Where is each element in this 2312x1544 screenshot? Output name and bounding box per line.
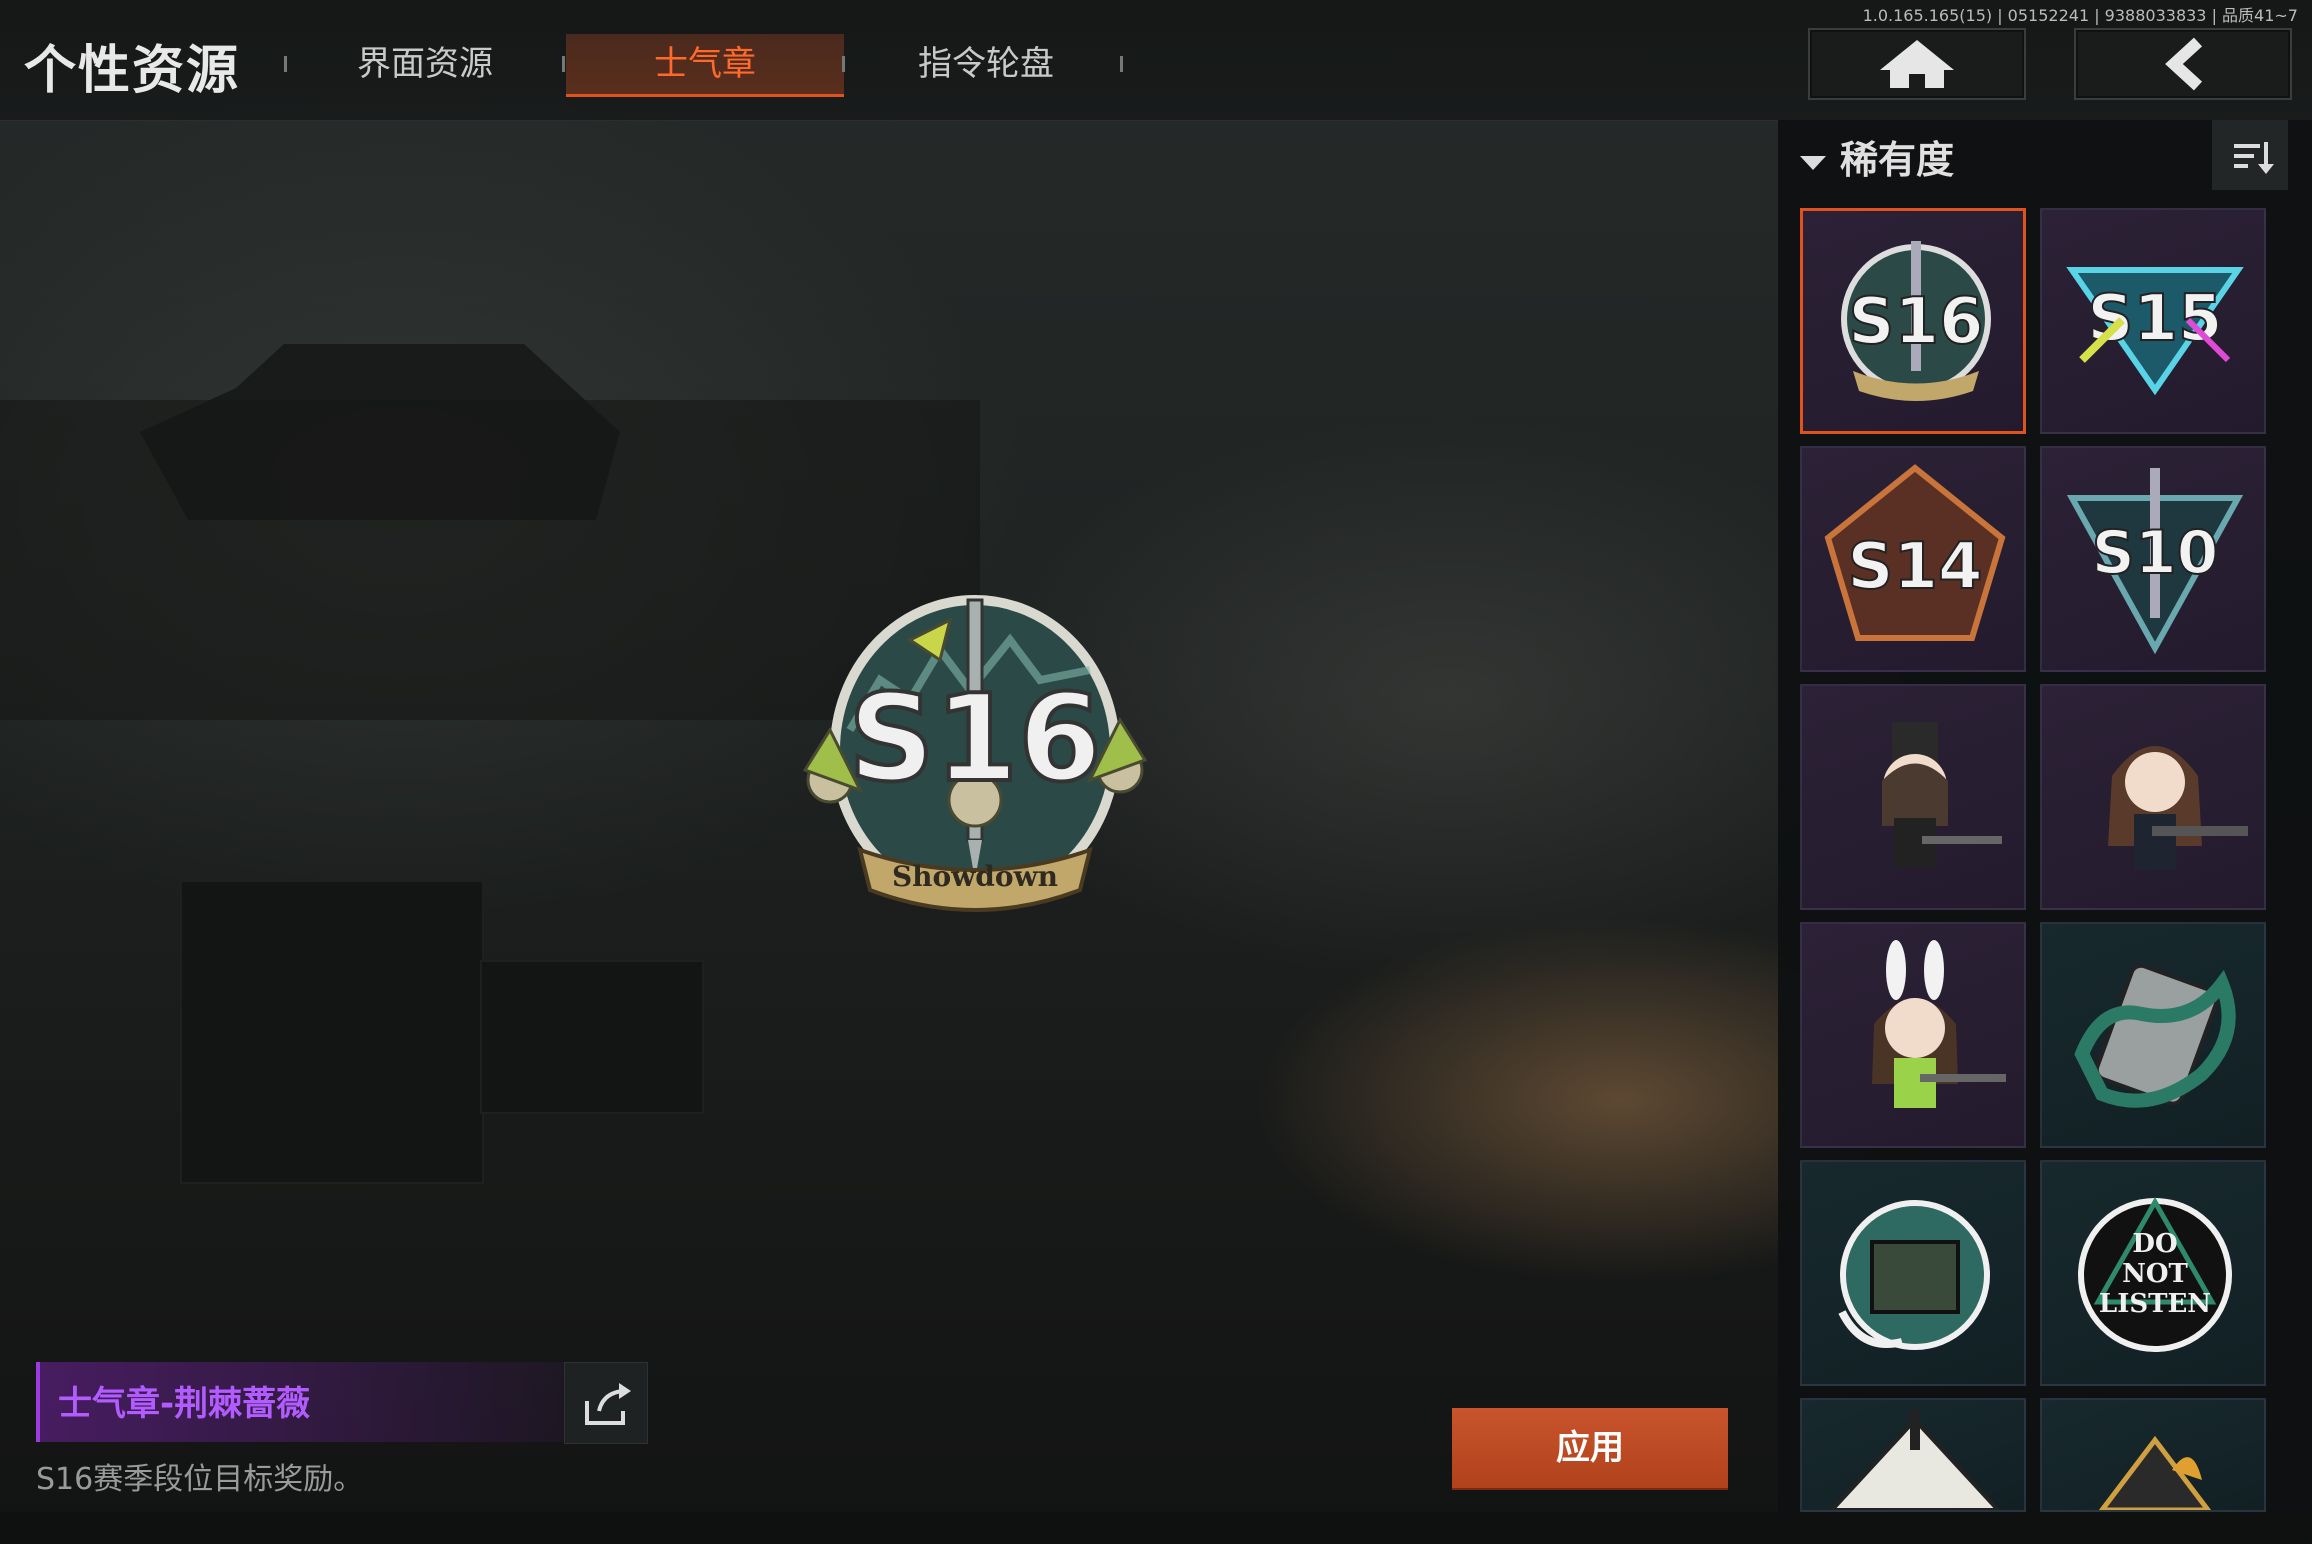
svg-text:S16: S16	[1848, 285, 1983, 359]
badge-tile-chibi-girl[interactable]	[2040, 684, 2266, 910]
badge-banner-text: Showdown	[892, 860, 1058, 893]
home-icon	[1880, 40, 1954, 88]
svg-text:S14: S14	[1847, 530, 1982, 604]
svg-text:S10: S10	[2092, 518, 2219, 588]
badge-preview-text: S16	[848, 670, 1101, 809]
badge-tile-tentacle-tank[interactable]	[1800, 1160, 2026, 1386]
tab-separator	[842, 56, 845, 72]
tab-separator	[562, 56, 565, 72]
badge-tile-tentacle-gear[interactable]	[2040, 922, 2266, 1148]
back-arrow-icon	[2165, 37, 2203, 91]
badge-list-panel: 稀有度 S16 S15 S14 S10 DO NOT LISTEN	[1778, 120, 2312, 1512]
crate-right	[480, 960, 704, 1114]
tab-morale-badge[interactable]: 士气章	[566, 34, 844, 97]
svg-text:LISTEN: LISTEN	[2099, 1289, 2211, 1319]
svg-text:NOT: NOT	[2122, 1259, 2188, 1289]
svg-text:S15: S15	[2087, 282, 2222, 356]
badge-tile-s14[interactable]: S14	[1800, 446, 2026, 672]
crate-left	[180, 880, 484, 1184]
item-name: 士气章-荆棘蔷薇	[58, 1384, 311, 1424]
badge-tile-chibi-bunny[interactable]	[1800, 922, 2026, 1148]
badge-tile-s15[interactable]: S15	[2040, 208, 2266, 434]
chevron-down-icon	[1800, 155, 1826, 170]
chibi-girl-icon	[2108, 746, 2248, 870]
tentacle-gear-icon	[2074, 963, 2236, 1108]
badge-tile-partial-2[interactable]	[2040, 1398, 2266, 1512]
badge-tile-s10[interactable]: S10	[2040, 446, 2266, 672]
chibi-officer-icon	[1882, 722, 2002, 868]
version-text: 1.0.165.165(15) | 05152241 | 9388033833 …	[1862, 6, 2298, 25]
item-description: S16赛季段位目标奖励。	[36, 1462, 364, 1497]
share-icon	[585, 1383, 631, 1425]
bottom-strip	[0, 1512, 2312, 1544]
badge-tile-s16[interactable]: S16	[1800, 208, 2026, 434]
s15-badge-icon: S15	[2066, 267, 2244, 396]
skull-badge-icon	[1829, 1410, 2001, 1510]
tab-separator	[1120, 56, 1123, 72]
do-not-listen-icon: DO NOT LISTEN	[2078, 1196, 2232, 1352]
tab-interface-resources[interactable]: 界面资源	[318, 34, 532, 94]
back-button[interactable]	[2074, 28, 2292, 100]
chibi-bunny-icon	[1872, 940, 2006, 1108]
flame-badge-icon	[2098, 1435, 2212, 1510]
top-bar: 个性资源 界面资源 士气章 指令轮盘 1.0.165.165(15) | 051…	[0, 0, 2312, 121]
share-button[interactable]	[564, 1362, 648, 1444]
rarity-sort-dropdown[interactable]: 稀有度	[1800, 130, 1954, 190]
sort-order-button[interactable]	[2212, 120, 2288, 190]
sort-icon	[2234, 142, 2274, 174]
selected-item-bar: 士气章-荆棘蔷薇	[36, 1362, 566, 1442]
page-title: 个性资源	[24, 41, 241, 101]
svg-text:DO: DO	[2132, 1229, 2177, 1259]
badge-tile-chibi-officer[interactable]	[1800, 684, 2026, 910]
s14-badge-icon: S14	[1824, 464, 2006, 641]
badge-tile-do-not-listen[interactable]: DO NOT LISTEN	[2040, 1160, 2266, 1386]
s10-badge-icon: S10	[2066, 468, 2244, 655]
badge-preview: S16 Showdown	[802, 595, 1148, 912]
tentacle-tank-icon	[1838, 1200, 1990, 1350]
tab-separator	[284, 56, 287, 72]
home-button[interactable]	[1808, 28, 2026, 100]
rarity-sort-label: 稀有度	[1840, 138, 1955, 182]
badge-tile-partial-1[interactable]	[1800, 1398, 2026, 1512]
tab-command-wheel[interactable]: 指令轮盘	[876, 34, 1096, 94]
s16-badge-icon: S16	[1841, 241, 1991, 401]
apply-button[interactable]: 应用	[1452, 1408, 1728, 1488]
